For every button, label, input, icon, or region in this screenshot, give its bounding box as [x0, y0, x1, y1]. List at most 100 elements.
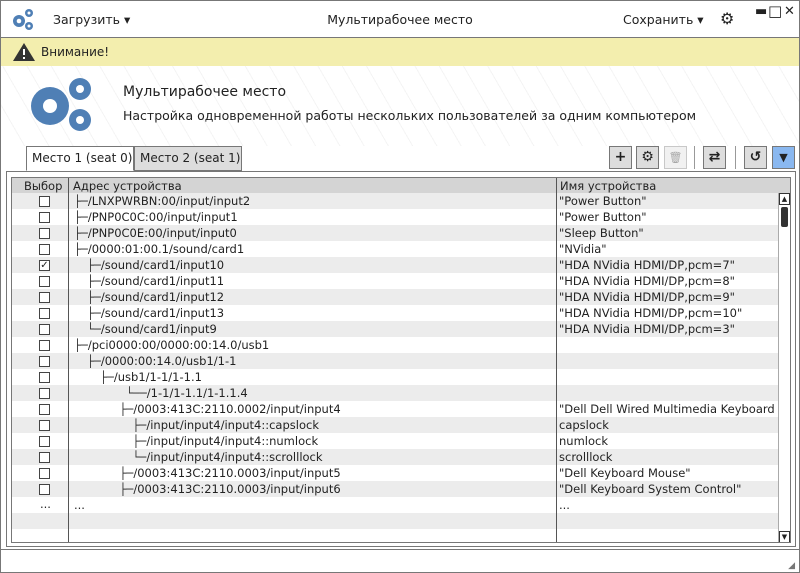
table-row[interactable]: ├─/0003:413C:2110.0003/input/input5 "Dell… [12, 465, 778, 481]
row-checkbox[interactable] [39, 324, 50, 335]
column-name[interactable]: Имя устройства [560, 179, 656, 193]
address-text: /usb1/1-1/1-1.1 [113, 370, 202, 384]
swap-button[interactable]: ⇄ [703, 146, 726, 169]
table-row[interactable]: ├─/sound/card1/input12 "HDA NVidia HDMI/D… [12, 289, 778, 305]
toolbar-divider [694, 146, 695, 169]
device-address: ├─/sound/card1/input13 [87, 306, 224, 320]
table-row[interactable]: ├─/0000:01:00.1/sound/card1 "NVidia" [12, 241, 778, 257]
tree-connector: ├─ [87, 290, 101, 304]
row-checkbox[interactable] [39, 196, 50, 207]
row-checkbox[interactable] [39, 452, 50, 463]
filter-button[interactable]: ▼ [772, 146, 795, 169]
table-row[interactable]: ├─/0003:413C:2110.0002/input/input4 "Dell… [12, 401, 778, 417]
resize-grip-icon[interactable]: ◢ [788, 561, 795, 571]
row-checkbox[interactable] [39, 484, 50, 495]
row-checkbox[interactable] [39, 468, 50, 479]
title-bar: Загрузить ▾ Мультирабочее место Сохранит… [1, 1, 799, 38]
table-row[interactable]: ├─/input/input4/input4::capslock capslock [12, 417, 778, 433]
column-address[interactable]: Адрес устройства [73, 179, 182, 193]
address-text: /sound/card1/input12 [100, 290, 225, 304]
tab-seat-0[interactable]: Место 1 (seat 0) [26, 146, 134, 171]
device-table: Выбор Адрес устройства Имя устройства ├─… [11, 177, 791, 543]
column-select[interactable]: Выбор [24, 179, 62, 193]
table-row[interactable]: ├─/PNP0C0C:00/input/input1 "Power Button" [12, 209, 778, 225]
table-row[interactable]: ├─/0003:413C:2110.0003/input/input6 "Dell… [12, 481, 778, 497]
tree-connector: ├─ [74, 194, 88, 208]
gear-icon[interactable]: ⚙ [720, 9, 734, 28]
tree-connector: ├─ [100, 370, 114, 384]
add-button[interactable]: + [609, 146, 632, 169]
table-row[interactable]: ✓ ├─/sound/card1/input10 "HDA NVidia HDMI/… [12, 257, 778, 273]
tree-connector: ├─ [74, 210, 88, 224]
device-address: ├─/sound/card1/input12 [87, 290, 224, 304]
minimize-button[interactable]: ▬ [755, 5, 767, 18]
table-row[interactable]: ├─/PNP0C0E:00/input/input0 "Sleep Button" [12, 225, 778, 241]
address-text: /sound/card1/input13 [100, 306, 225, 320]
device-address: ├─/0003:413C:2110.0003/input/input5 [120, 466, 341, 480]
address-text: /1-1/1-1.1/1-1.1.4 [146, 386, 248, 400]
device-address: ├─/sound/card1/input10 [87, 258, 224, 272]
column-divider [556, 178, 557, 542]
tree-connector: ├─ [132, 418, 147, 432]
row-checkbox[interactable] [39, 372, 50, 383]
table-row[interactable]: ├─/pci0000:00/0000:00:14.0/usb1 [12, 337, 778, 353]
row-checkbox[interactable] [39, 356, 50, 367]
table-row[interactable]: ├─/input/input4/input4::numlock numlock [12, 433, 778, 449]
scrollbar[interactable]: ▲ ▼ [778, 193, 790, 542]
device-address: ├─/usb1/1-1/1-1.1 [100, 370, 202, 384]
more-indicator: ... [40, 497, 51, 511]
address-text: /input/input4/input4::numlock [146, 434, 319, 448]
refresh-button[interactable]: ↺ [744, 146, 767, 169]
row-checkbox[interactable] [39, 388, 50, 399]
row-checkbox[interactable] [39, 228, 50, 239]
table-row[interactable]: └──/1-1/1-1.1/1-1.1.4 [12, 385, 778, 401]
row-checkbox[interactable] [39, 420, 50, 431]
tree-connector: └─ [132, 450, 147, 464]
table-row[interactable] [12, 513, 778, 529]
tree-connector: ├─ [87, 354, 101, 368]
address-text: /LNXPWRBN:00/input/input2 [87, 194, 251, 208]
delete-button[interactable]: 🗑 [664, 146, 687, 169]
row-checkbox[interactable] [39, 436, 50, 447]
row-checkbox[interactable] [39, 276, 50, 287]
row-checkbox[interactable] [39, 404, 50, 415]
row-checkbox[interactable] [39, 244, 50, 255]
load-menu[interactable]: Загрузить ▾ [53, 12, 130, 27]
table-row[interactable]: └─/sound/card1/input9 "HDA NVidia HDMI/DP… [12, 321, 778, 337]
device-address: ├─/0003:413C:2110.0003/input/input6 [120, 482, 341, 496]
row-checkbox[interactable] [39, 292, 50, 303]
load-menu-label: Загрузить [53, 12, 120, 27]
device-address: ├─/PNP0C0E:00/input/input0 [74, 226, 237, 240]
settings-button[interactable]: ⚙ [636, 146, 659, 169]
save-menu[interactable]: Сохранить ▾ [623, 12, 704, 27]
table-row[interactable]: ├─/sound/card1/input11 "HDA NVidia HDMI/D… [12, 273, 778, 289]
scroll-thumb[interactable] [781, 207, 788, 227]
table-row[interactable]: ├─/0000:00:14.0/usb1/1-1 [12, 353, 778, 369]
warning-bar: Внимание! [1, 38, 799, 66]
address-text: /sound/card1/input9 [100, 322, 217, 336]
tab-seat-1[interactable]: Место 2 (seat 1) [134, 146, 242, 171]
scroll-up-icon[interactable]: ▲ [779, 193, 790, 205]
device-name: "HDA NVidia HDMI/DP,pcm=9" [559, 290, 735, 304]
table-row[interactable]: ├─/sound/card1/input13 "HDA NVidia HDMI/D… [12, 305, 778, 321]
tree-connector: └── [126, 386, 147, 400]
gears-icon [31, 78, 91, 131]
address-text: /pci0000:00/0000:00:14.0/usb1 [87, 338, 270, 352]
window: Загрузить ▾ Мультирабочее место Сохранит… [0, 0, 800, 573]
close-button[interactable]: ✕ [784, 5, 795, 18]
row-checkbox[interactable]: ✓ [39, 260, 50, 271]
table-row[interactable]: ├─/usb1/1-1/1-1.1 [12, 369, 778, 385]
page-subtitle: Настройка одновременной работы нескольки… [123, 108, 697, 123]
row-checkbox[interactable] [39, 212, 50, 223]
row-checkbox[interactable] [39, 340, 50, 351]
save-menu-label: Сохранить [623, 12, 694, 27]
scroll-down-icon[interactable]: ▼ [779, 531, 790, 542]
maximize-button[interactable]: □ [768, 4, 782, 19]
device-address: ├─/LNXPWRBN:00/input/input2 [74, 194, 250, 208]
row-checkbox[interactable] [39, 308, 50, 319]
table-row[interactable]: ......... [12, 497, 778, 513]
table-row[interactable]: └─/input/input4/input4::scrolllock scroll… [12, 449, 778, 465]
table-row[interactable]: ├─/LNXPWRBN:00/input/input2 "Power Button… [12, 193, 778, 209]
device-name: "HDA NVidia HDMI/DP,pcm=10" [559, 306, 743, 320]
device-name: "HDA NVidia HDMI/DP,pcm=3" [559, 322, 735, 336]
